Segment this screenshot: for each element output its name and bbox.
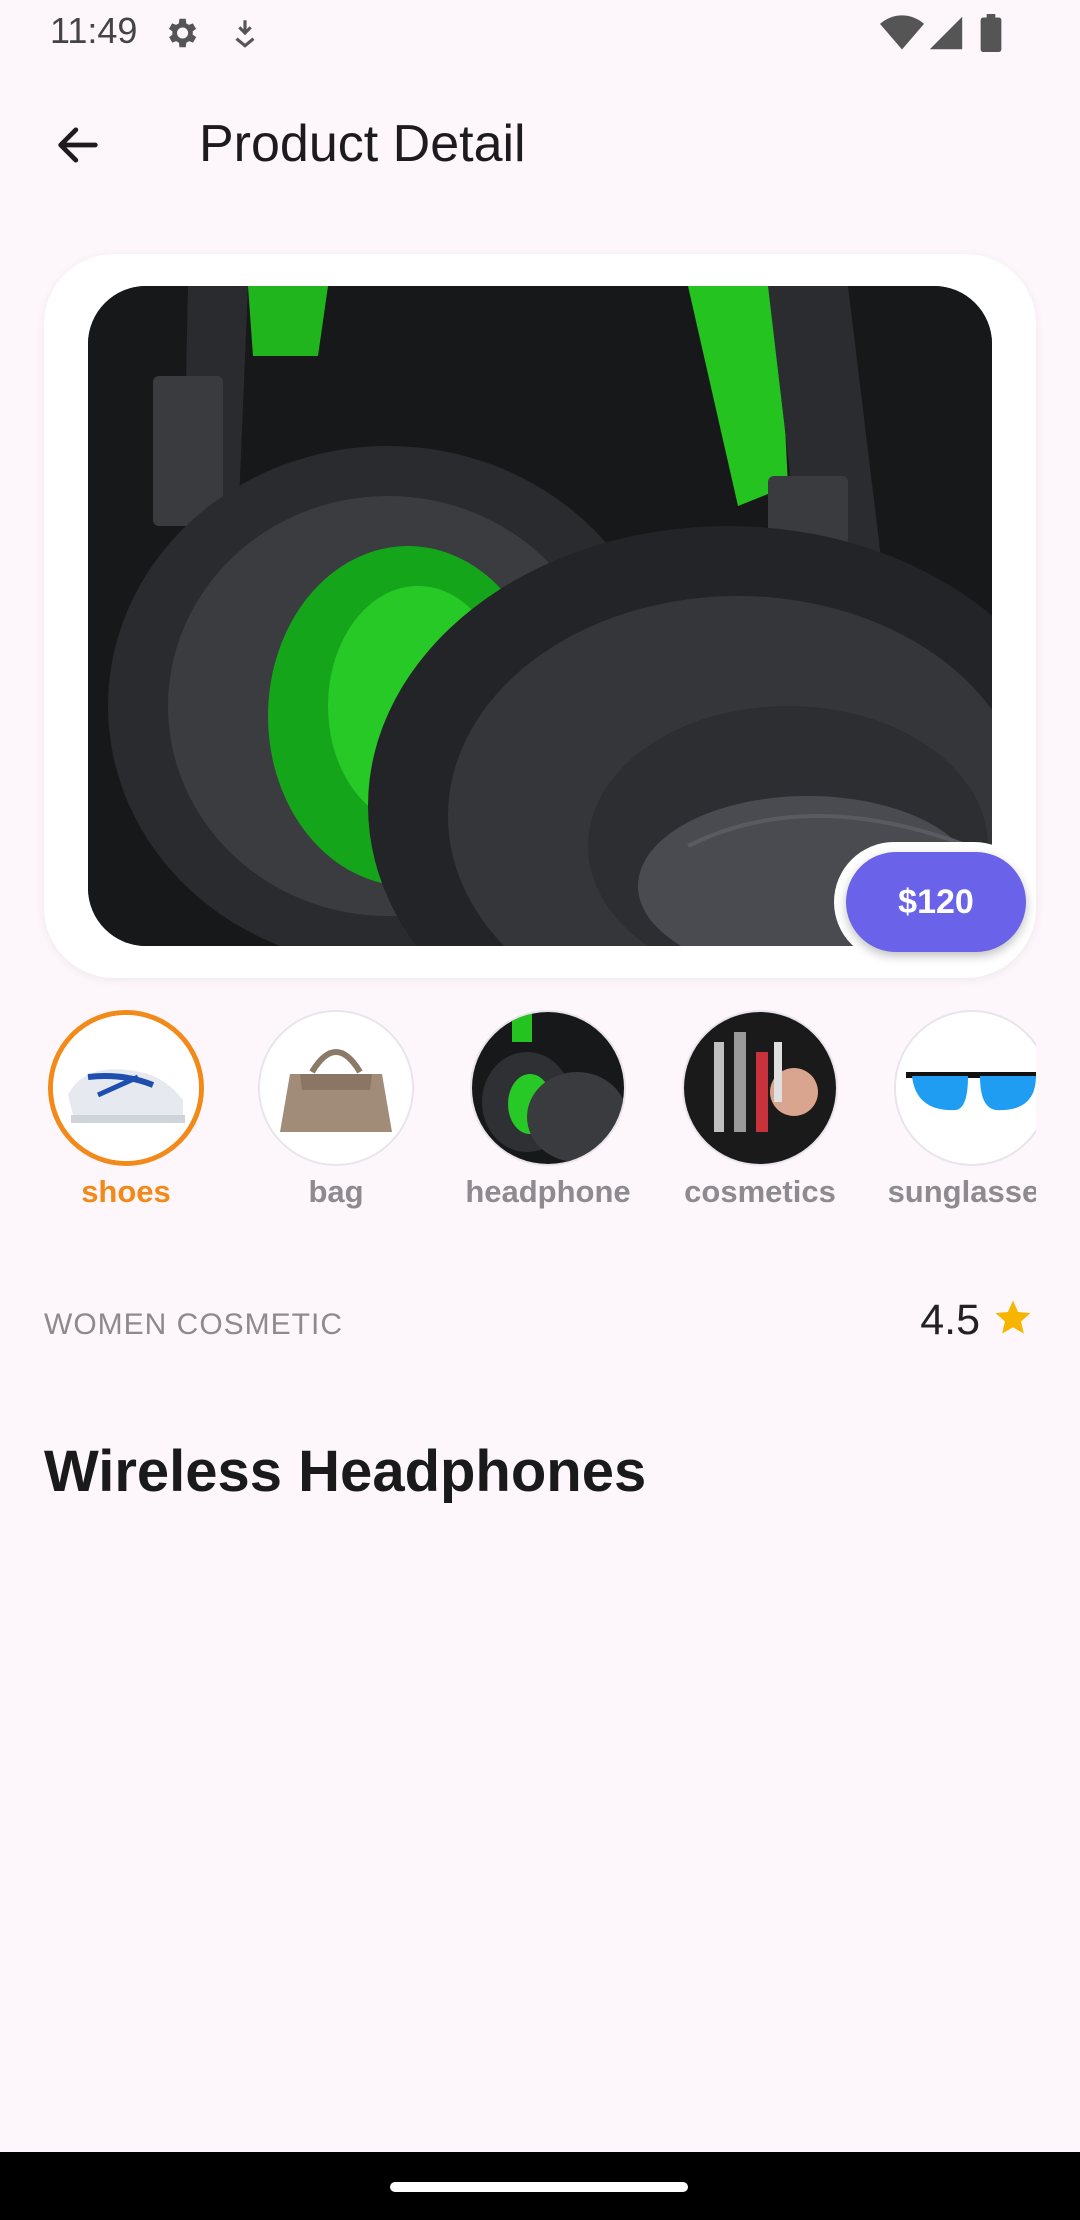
wifi-icon xyxy=(880,14,924,57)
status-time: 11:49 xyxy=(50,10,138,51)
home-handle[interactable] xyxy=(390,2182,688,2192)
category-sunglasses[interactable]: sunglasses xyxy=(882,1010,1036,1210)
star-icon xyxy=(992,1297,1034,1344)
category-label: cosmetics xyxy=(684,1174,836,1209)
category-label: headphone xyxy=(465,1174,631,1209)
back-arrow-icon xyxy=(52,119,104,176)
page-title: Product Detail xyxy=(199,115,526,173)
product-image[interactable] xyxy=(88,286,992,946)
category-label: sunglasses xyxy=(887,1174,1036,1209)
settings-icon xyxy=(162,14,200,57)
category-list: shoes bag headphone cosmetics sunglasses xyxy=(44,1010,1036,1230)
category-sunglasses-image xyxy=(894,1010,1036,1166)
status-bar: 11:49 xyxy=(0,0,1080,66)
back-button[interactable] xyxy=(40,112,116,182)
navigation-bar xyxy=(0,2152,1080,2220)
product-card: $120 xyxy=(44,254,1036,978)
rating-value: 4.5 xyxy=(920,1296,980,1344)
category-headphone-image xyxy=(470,1010,626,1166)
signal-icon xyxy=(928,14,964,57)
category-label: bag xyxy=(308,1174,364,1209)
category-headphone[interactable]: headphone xyxy=(458,1010,638,1210)
category-bag[interactable]: bag xyxy=(246,1010,426,1210)
category-bag-image xyxy=(258,1010,414,1166)
category-label: shoes xyxy=(81,1174,171,1209)
category-cosmetics-image xyxy=(682,1010,838,1166)
rating: 4.5 xyxy=(920,1296,1034,1345)
battery-icon xyxy=(978,14,1004,57)
category-shoes[interactable]: shoes xyxy=(44,1010,216,1210)
category-cosmetics[interactable]: cosmetics xyxy=(670,1010,850,1210)
product-name: Wireless Headphones xyxy=(44,1439,647,1504)
download-icon xyxy=(228,14,262,57)
app-bar: Product Detail xyxy=(0,90,1080,200)
product-category: WOMEN COSMETIC xyxy=(44,1308,343,1341)
category-shoes-image xyxy=(48,1010,204,1166)
price-button[interactable]: $120 xyxy=(846,852,1026,952)
